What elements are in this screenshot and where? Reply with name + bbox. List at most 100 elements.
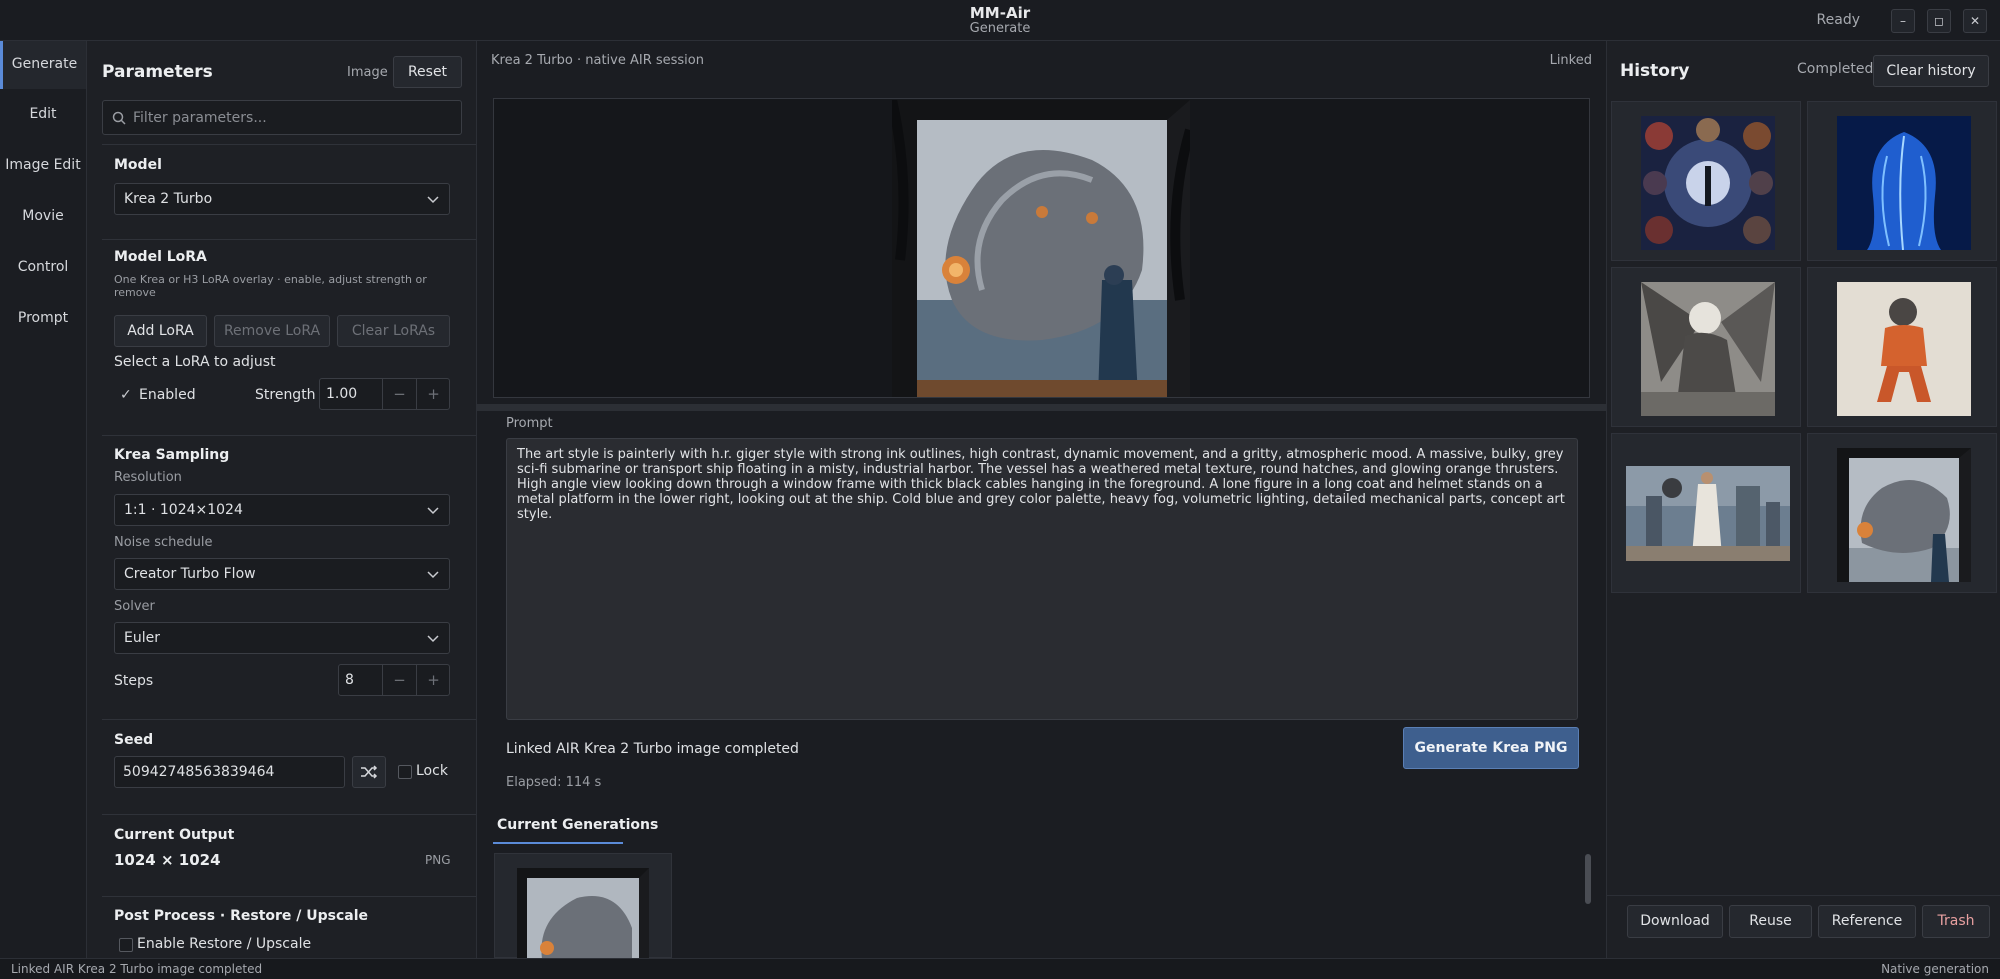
model-select[interactable]: Krea 2 Turbo xyxy=(114,183,450,215)
shuffle-seed-button[interactable] xyxy=(352,756,386,788)
divider xyxy=(1607,895,2000,896)
steps-stepper[interactable]: 8 − + xyxy=(338,664,450,696)
clear-history-button[interactable]: Clear history xyxy=(1873,55,1989,87)
status-bar-message: Linked AIR Krea 2 Turbo image completed xyxy=(11,962,263,976)
title-bar: MM-Air Generate Ready – ◻ ✕ xyxy=(0,0,2000,41)
history-item[interactable] xyxy=(1807,101,1997,261)
lora-select-hint: Select a LoRA to adjust xyxy=(114,354,276,370)
strength-stepper[interactable]: 1.00 − + xyxy=(319,378,450,410)
chevron-down-icon xyxy=(427,196,439,204)
generation-status: Linked AIR Krea 2 Turbo image completed xyxy=(506,741,799,757)
prompt-textarea[interactable]: The art style is painterly with h.r. gig… xyxy=(506,438,1578,720)
sampling-section-title: Krea Sampling xyxy=(114,447,230,463)
add-lora-button[interactable]: Add LoRA xyxy=(114,315,207,347)
solver-select[interactable]: Euler xyxy=(114,622,450,654)
solver-select-value: Euler xyxy=(124,630,160,646)
minimize-button[interactable]: – xyxy=(1891,9,1915,33)
decrement-button[interactable]: − xyxy=(382,379,416,409)
solver-label: Solver xyxy=(114,599,155,614)
noise-schedule-label: Noise schedule xyxy=(114,535,213,550)
nav-item-control[interactable]: Control xyxy=(0,244,86,292)
steps-label: Steps xyxy=(114,673,154,689)
history-thumbnail xyxy=(1641,282,1775,416)
increment-button[interactable]: + xyxy=(416,379,450,409)
nav-item-generate[interactable]: Generate xyxy=(0,41,86,89)
nav-item-prompt[interactable]: Prompt xyxy=(0,295,86,343)
strength-value: 1.00 xyxy=(326,386,358,402)
lora-help-text: One Krea or H3 LoRA overlay · enable, ad… xyxy=(114,273,427,299)
close-button[interactable]: ✕ xyxy=(1963,9,1987,33)
strength-label: Strength xyxy=(255,387,316,403)
nav-item-movie[interactable]: Movie xyxy=(0,193,86,241)
linked-status: Linked xyxy=(1549,53,1592,68)
generation-thumbnail[interactable] xyxy=(494,853,672,959)
parameters-mode-label: Image xyxy=(347,65,388,80)
reset-button[interactable]: Reset xyxy=(393,56,462,88)
status-bar: Linked AIR Krea 2 Turbo image completed … xyxy=(0,958,2000,979)
history-panel: History Completed Clear history Download… xyxy=(1606,41,2000,958)
chevron-down-icon xyxy=(427,635,439,643)
history-item[interactable] xyxy=(1611,433,1801,593)
prompt-text: The art style is painterly with h.r. gig… xyxy=(517,447,1565,522)
nav-item-edit[interactable]: Edit xyxy=(0,91,86,139)
reuse-button[interactable]: Reuse xyxy=(1729,905,1812,938)
tab-current-generations[interactable]: Current Generations xyxy=(497,817,658,833)
resolution-select-value: 1:1 · 1024×1024 xyxy=(124,502,243,518)
search-icon xyxy=(112,111,126,125)
filter-parameters-input[interactable]: Filter parameters... xyxy=(102,100,462,135)
seed-section-title: Seed xyxy=(114,732,154,748)
seed-input[interactable]: 50942748563839464 xyxy=(114,756,345,788)
session-label: Krea 2 Turbo · native AIR session xyxy=(491,53,704,68)
filter-placeholder: Filter parameters... xyxy=(133,110,267,126)
divider xyxy=(102,435,476,436)
parameters-panel: Parameters Image Reset Filter parameters… xyxy=(87,41,477,958)
enable-upscale-checkbox[interactable] xyxy=(119,938,133,952)
generation-image xyxy=(517,868,649,959)
increment-button[interactable]: + xyxy=(416,665,450,695)
trash-button[interactable]: Trash xyxy=(1922,905,1990,938)
history-item[interactable] xyxy=(1611,267,1801,427)
prompt-label: Prompt xyxy=(506,416,553,431)
reference-button[interactable]: Reference xyxy=(1818,905,1916,938)
chevron-down-icon xyxy=(427,507,439,515)
history-thumbnail xyxy=(1837,282,1971,416)
steps-value: 8 xyxy=(345,672,354,688)
enable-upscale-label: Enable Restore / Upscale xyxy=(137,936,312,952)
scrollbar[interactable] xyxy=(1585,854,1591,904)
history-filter-label: Completed xyxy=(1797,61,1874,77)
chevron-down-icon xyxy=(427,571,439,579)
parameters-title: Parameters xyxy=(102,62,213,82)
remove-lora-button[interactable]: Remove LoRA xyxy=(214,315,330,347)
nav-item-image-edit[interactable]: Image Edit xyxy=(0,142,86,190)
resolution-select[interactable]: 1:1 · 1024×1024 xyxy=(114,494,450,526)
clear-loras-button[interactable]: Clear LoRAs xyxy=(337,315,450,347)
model-select-value: Krea 2 Turbo xyxy=(124,191,213,207)
splitter-handle[interactable] xyxy=(477,404,1606,411)
check-icon: ✓ xyxy=(120,387,132,403)
main-area: Krea 2 Turbo · native AIR session Linked… xyxy=(477,41,1606,959)
generate-button[interactable]: Generate Krea PNG xyxy=(1403,727,1579,769)
model-section-title: Model xyxy=(114,157,162,173)
shuffle-icon xyxy=(361,765,378,779)
download-button[interactable]: Download xyxy=(1627,905,1723,938)
divider xyxy=(102,814,476,815)
output-size: 1024 × 1024 xyxy=(114,851,221,869)
lora-enabled-label[interactable]: Enabled xyxy=(139,387,196,403)
history-item[interactable] xyxy=(1807,267,1997,427)
left-nav: Generate Edit Image Edit Movie Control P… xyxy=(0,41,87,958)
history-item[interactable] xyxy=(1807,433,1997,593)
app-subtitle: Generate xyxy=(969,21,1031,36)
app-title: MM-Air xyxy=(969,4,1031,22)
maximize-button[interactable]: ◻ xyxy=(1927,9,1951,33)
history-thumbnail xyxy=(1837,116,1971,250)
image-preview xyxy=(493,98,1590,398)
history-thumbnail xyxy=(1641,116,1775,250)
noise-schedule-value: Creator Turbo Flow xyxy=(124,566,256,582)
history-title: History xyxy=(1620,61,1690,81)
history-item[interactable] xyxy=(1611,101,1801,261)
noise-schedule-select[interactable]: Creator Turbo Flow xyxy=(114,558,450,590)
decrement-button[interactable]: − xyxy=(382,665,416,695)
status-indicator: Ready xyxy=(1816,12,1860,28)
post-process-title: Post Process · Restore / Upscale xyxy=(114,908,369,924)
lock-checkbox[interactable] xyxy=(398,765,412,779)
